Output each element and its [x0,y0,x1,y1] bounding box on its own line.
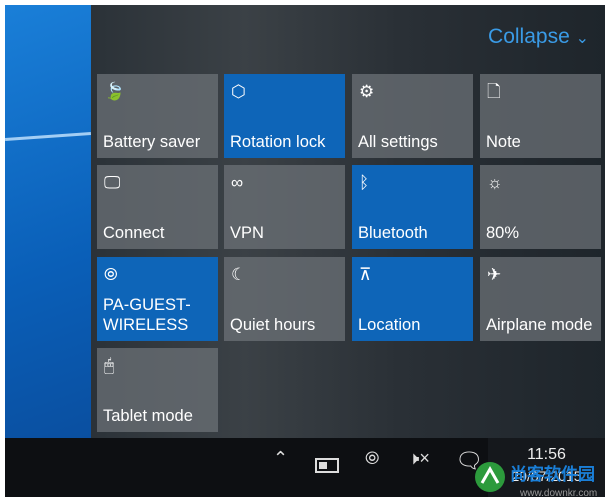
svg-text:www.downkr.com: www.downkr.com [519,488,597,499]
tile-label: 80% [486,224,520,242]
moon-icon: ☾ [231,265,247,284]
tile-label: Airplane mode [486,316,593,334]
tile-label: Connect [103,224,165,242]
tile-location[interactable]: ⊼ Location [352,257,473,341]
tile-label: Rotation lock [230,133,326,151]
tile-label: Location [358,316,421,334]
tile-bluetooth[interactable]: ᛒ Bluetooth [352,165,473,249]
chevron-up-icon[interactable]: ⌃ [273,448,288,469]
collapse-button[interactable]: Collapse ⌄ [488,25,589,49]
tile-pa-guest-wireless[interactable]: ⦾ PA-GUEST- WIRELESS [97,257,218,341]
tile-all-settings[interactable]: ⚙ All settings [352,74,473,158]
wifi-icon[interactable]: ⦾ [365,448,379,469]
airplane-icon: ✈ [487,265,502,284]
collapse-label: Collapse [488,25,570,48]
bluetooth-icon: ᛒ [359,173,370,192]
leaf-icon: 🍃 [104,82,126,101]
tile-label: Note [486,133,521,151]
chevron-down-icon: ⌄ [575,30,589,47]
tile-label: Tablet mode [103,407,193,425]
tile-vpn[interactable]: ∞ VPN [224,165,345,249]
tile-airplane-mode[interactable]: ✈ Airplane mode [480,257,601,341]
rotation-lock-icon: ⬡ [231,82,246,101]
watermark-logo: 尚客软件园 www.downkr.com [475,462,597,499]
wifi-icon: ⦾ [104,265,118,284]
tile-label: Bluetooth [358,224,428,242]
screen: Collapse ⌄ 🍃 Battery saver ⬡ Rotation lock ⚙… [5,5,605,497]
tile-connect[interactable]: 🖵 Connect [97,165,218,249]
tile-tablet-mode[interactable]: 🖱 Tablet mode [97,348,218,432]
tile-quiet-hours[interactable]: ☾ Quiet hours [224,257,345,341]
brightness-icon: ☼ [487,173,503,192]
vpn-icon: ∞ [231,173,244,192]
desktop-background [5,5,91,438]
location-icon: ⊼ [359,265,372,284]
tile-label: VPN [230,224,264,242]
connect-icon: 🖵 [104,173,121,192]
tile-label: Battery saver [103,133,201,151]
tile-note[interactable]: 🗋 Note [480,74,601,158]
tile-label: Quiet hours [230,316,316,334]
tile-rotation-lock[interactable]: ⬡ Rotation lock [224,74,345,158]
svg-text:尚客软件园: 尚客软件园 [510,464,595,484]
action-center: Collapse ⌄ 🍃 Battery saver ⬡ Rotation lock ⚙… [91,5,605,438]
tile-label: PA-GUEST- WIRELESS [103,296,191,334]
battery-icon[interactable] [315,458,339,473]
tile-battery-saver[interactable]: 🍃 Battery saver [97,74,218,158]
volume-muted-icon[interactable]: 🕨× [408,448,430,469]
tile-label: All settings [358,133,438,151]
tablet-mode-icon: 🖱 [104,356,115,375]
gear-icon: ⚙ [359,82,375,101]
tile-80[interactable]: ☼ 80% [480,165,601,249]
note-icon: 🗋 [487,82,501,101]
